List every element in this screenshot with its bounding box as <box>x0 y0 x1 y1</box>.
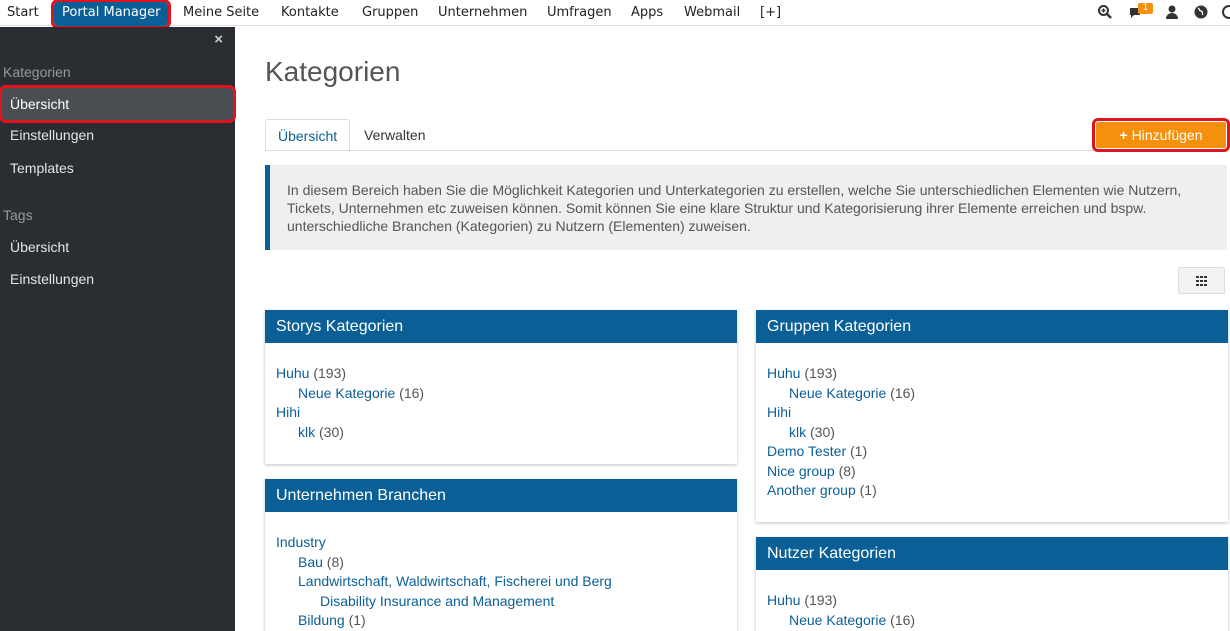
category-count: (16) <box>886 384 916 401</box>
nav-start[interactable]: Start <box>7 0 39 26</box>
category-item: Neue Kategorie (16) <box>767 611 1217 631</box>
category-list: Huhu (193) Neue Kategorie (16) Hihi klk (30… <box>756 343 1228 501</box>
category-count: (8) <box>322 553 344 570</box>
category-item: Huhu (193) <box>767 591 1217 611</box>
category-item: Disability Insurance and Management <box>276 592 726 612</box>
category-link[interactable]: Industry <box>276 534 326 550</box>
category-link[interactable]: Disability Insurance and Management <box>320 593 554 609</box>
sidebar-heading-tags: Tags <box>3 207 33 223</box>
panel-title: Unternehmen Branchen <box>265 479 737 512</box>
nav-unternehmen[interactable]: Unternehmen <box>438 0 527 26</box>
category-item: klk (30) <box>276 423 726 443</box>
category-item: Bildung (1) <box>276 611 726 631</box>
category-item: Landwirtschaft, Waldwirtschaft, Fischere… <box>276 572 726 592</box>
category-link[interactable]: Bau <box>298 554 323 570</box>
panel-nutzer-kategorien: Nutzer Kategorien Huhu (193) Neue Kategor… <box>756 537 1228 631</box>
category-list: Huhu (193) Neue Kategorie (16) Hihi klk (30… <box>265 343 737 442</box>
category-count: (16) <box>395 384 425 401</box>
category-item: Industry <box>276 533 726 553</box>
info-text: In diesem Bereich haben Sie die Möglichk… <box>287 182 1182 234</box>
add-button[interactable]: + Hinzufügen <box>1092 118 1230 152</box>
tab-bar: Übersicht Verwalten <box>265 119 1227 152</box>
power-icon[interactable] <box>1221 4 1230 20</box>
globe-icon[interactable] <box>1193 4 1209 20</box>
category-item: Hihi <box>767 403 1217 423</box>
panel-title: Storys Kategorien <box>265 310 737 343</box>
category-link[interactable]: Huhu <box>276 365 309 381</box>
category-item: Nice group (8) <box>767 462 1217 482</box>
category-count: (193) <box>800 365 838 381</box>
grid-icon <box>1196 276 1208 286</box>
category-count: (30) <box>315 423 344 440</box>
category-link[interactable]: Neue Kategorie <box>789 385 886 401</box>
nav-umfragen[interactable]: Umfragen <box>547 0 612 26</box>
nav-kontakte[interactable]: Kontakte <box>281 0 339 26</box>
add-button-label: Hinzufügen <box>1131 127 1203 143</box>
category-link[interactable]: Neue Kategorie <box>298 385 395 401</box>
sidebar-close-icon[interactable]: × <box>214 31 223 48</box>
category-item: Demo Tester (1) <box>767 442 1217 462</box>
category-item: Neue Kategorie (16) <box>767 384 1217 404</box>
plus-icon: + <box>1119 127 1128 143</box>
top-navigation: Start Portal Manager Meine Seite Kontakt… <box>0 0 1230 29</box>
category-item: Hihi <box>276 403 726 423</box>
search-zoom-icon[interactable] <box>1097 4 1113 20</box>
category-link[interactable]: Hihi <box>767 404 791 420</box>
nav-meine-seite[interactable]: Meine Seite <box>183 0 259 26</box>
category-link[interactable]: Landwirtschaft, Waldwirtschaft, Fischere… <box>298 573 612 589</box>
sidebar-item-tags-uebersicht[interactable]: Übersicht <box>10 239 69 255</box>
category-link[interactable]: Another group <box>767 482 856 498</box>
panel-storys-kategorien: Storys Kategorien Huhu (193) Neue Kategor… <box>265 310 737 464</box>
sidebar-item-kategorien-uebersicht[interactable]: Übersicht <box>0 85 236 123</box>
page-title: Kategorien <box>265 56 401 87</box>
category-item: Bau (8) <box>276 553 726 573</box>
category-item: Huhu (193) <box>276 364 726 384</box>
category-count: (1) <box>855 482 877 498</box>
category-item: Huhu (193) <box>767 364 1217 384</box>
category-count: (16) <box>886 611 916 628</box>
category-item: Neue Kategorie (16) <box>276 384 726 404</box>
category-link[interactable]: klk <box>298 424 315 440</box>
category-count: (193) <box>309 365 347 381</box>
tab-uebersicht[interactable]: Übersicht <box>265 119 351 152</box>
category-list: Huhu (193) Neue Kategorie (16) <box>756 570 1228 630</box>
sidebar-item-tags-einstellungen[interactable]: Einstellungen <box>10 271 94 287</box>
category-link[interactable]: Neue Kategorie <box>789 612 886 628</box>
nav-more[interactable]: [+] <box>760 0 781 26</box>
panel-title: Gruppen Kategorien <box>756 310 1228 343</box>
notification-badge: 1 <box>1138 3 1153 14</box>
nav-apps[interactable]: Apps <box>631 0 663 26</box>
category-link[interactable]: Huhu <box>767 365 800 381</box>
category-link[interactable]: klk <box>789 424 806 440</box>
category-count: (30) <box>806 423 835 440</box>
nav-portal-manager[interactable]: Portal Manager <box>50 0 172 29</box>
category-link[interactable]: Huhu <box>767 592 800 608</box>
nav-webmail[interactable]: Webmail <box>684 0 740 26</box>
category-item: klk (30) <box>767 423 1217 443</box>
sidebar-item-templates[interactable]: Templates <box>10 160 74 176</box>
category-count: (193) <box>800 592 838 608</box>
sidebar-heading-kategorien: Kategorien <box>3 64 71 80</box>
category-link[interactable]: Hihi <box>276 404 300 420</box>
category-count: (1) <box>344 612 366 628</box>
info-box: In diesem Bereich haben Sie die Möglichk… <box>265 165 1227 250</box>
category-count: (8) <box>834 462 856 479</box>
panel-gruppen-kategorien: Gruppen Kategorien Huhu (193) Neue Katego… <box>756 310 1228 522</box>
panel-title: Nutzer Kategorien <box>756 537 1228 570</box>
category-count: (1) <box>846 443 868 459</box>
grid-view-button[interactable] <box>1178 267 1225 294</box>
tab-verwalten[interactable]: Verwalten <box>352 119 437 151</box>
sidebar-item-kategorien-einstellungen[interactable]: Einstellungen <box>10 127 94 143</box>
category-link[interactable]: Nice group <box>767 463 835 479</box>
sidebar: × Kategorien Übersicht Einstellungen Tem… <box>0 27 236 631</box>
category-link[interactable]: Demo Tester <box>767 443 846 459</box>
nav-gruppen[interactable]: Gruppen <box>362 0 418 26</box>
panel-unternehmen-branchen: Unternehmen Branchen Industry Bau (8) Land… <box>265 479 737 631</box>
category-link[interactable]: Bildung <box>298 612 345 628</box>
category-list: Industry Bau (8) Landwirtschaft, Waldwirts… <box>265 512 737 631</box>
category-item: Another group (1) <box>767 481 1217 501</box>
user-icon[interactable] <box>1164 4 1180 20</box>
